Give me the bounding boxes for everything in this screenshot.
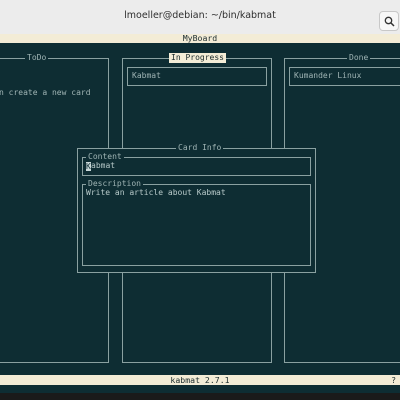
card-title: Kumander Linux (294, 71, 362, 80)
search-icon (384, 16, 395, 27)
help-hint[interactable]: ? (391, 375, 396, 385)
content-field[interactable]: Content Kabmat (82, 152, 311, 176)
version-label: kabmat 2.7.1 (170, 375, 230, 385)
search-button[interactable] (379, 11, 399, 31)
column-title-todo: ToDo (25, 53, 49, 63)
board-title-bar: MyBoard (0, 34, 400, 43)
window-bottom-edge (0, 393, 400, 400)
content-text: abmat (91, 161, 116, 170)
terminal-area[interactable]: MyBoard ToDo n create a new card In Prog… (0, 34, 400, 393)
dialog-title: Card Info (176, 143, 224, 153)
column-title-done: Done (347, 53, 371, 63)
card-kabmat[interactable]: Kabmat (127, 67, 267, 86)
board-name: MyBoard (182, 33, 218, 43)
card-title: Kabmat (132, 71, 161, 80)
description-field[interactable]: Description Write an article about Kabma… (82, 179, 311, 266)
description-value: Write an article about Kabmat (86, 188, 226, 197)
window-title: lmoeller@debian: ~/bin/kabmat (124, 10, 276, 21)
card-info-dialog[interactable]: Card Info Content Kabmat Description Wri… (77, 143, 316, 273)
window-titlebar: lmoeller@debian: ~/bin/kabmat (0, 0, 400, 35)
new-card-hint: n create a new card (0, 88, 91, 97)
content-value: Kabmat (86, 161, 115, 171)
card-kumander-linux[interactable]: Kumander Linux (289, 67, 400, 86)
status-bar: kabmat 2.7.1 ? (0, 375, 400, 385)
column-title-in-progress: In Progress (169, 53, 226, 63)
